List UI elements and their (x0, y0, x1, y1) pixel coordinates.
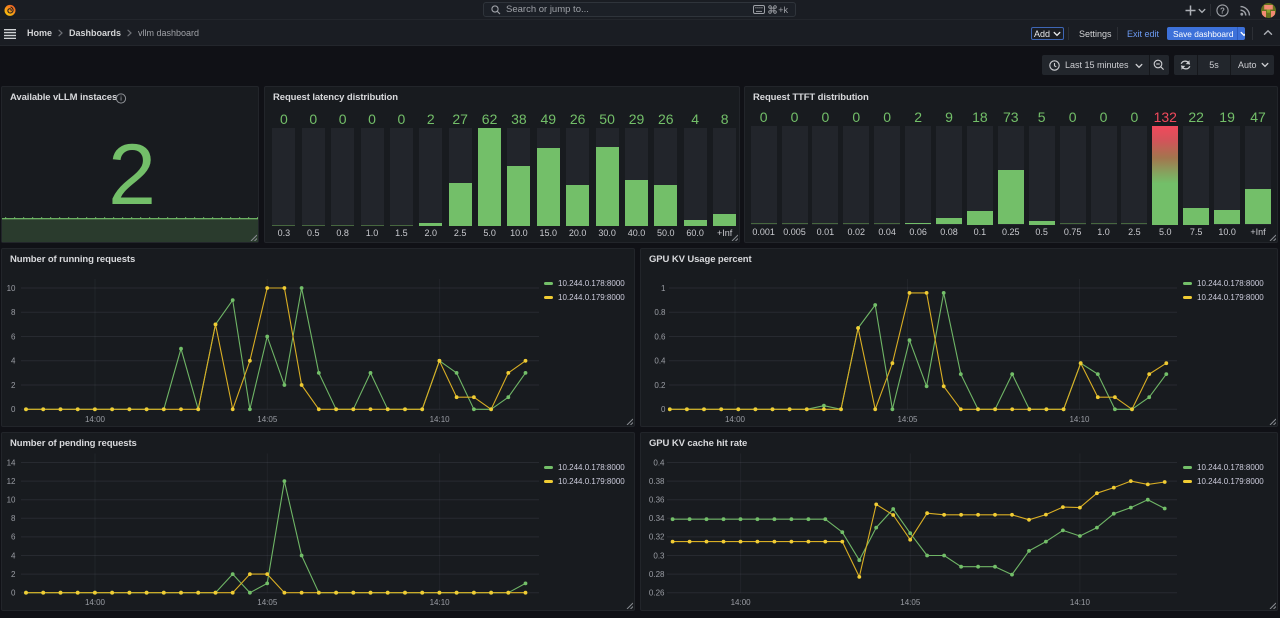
svg-text:14:05: 14:05 (900, 598, 921, 607)
svg-text:8: 8 (11, 308, 16, 317)
svg-text:14: 14 (7, 458, 16, 467)
svg-text:14:00: 14:00 (85, 415, 106, 424)
svg-text:14:10: 14:10 (430, 415, 451, 424)
svg-text:14:10: 14:10 (1069, 415, 1090, 424)
svg-text:14:00: 14:00 (725, 415, 746, 424)
svg-text:0.2: 0.2 (654, 381, 666, 390)
svg-text:0.26: 0.26 (649, 589, 665, 598)
svg-text:0.8: 0.8 (654, 308, 666, 317)
svg-text:0.6: 0.6 (654, 332, 666, 341)
svg-text:0.3: 0.3 (653, 551, 665, 560)
svg-text:0.34: 0.34 (649, 514, 665, 523)
svg-text:6: 6 (11, 332, 16, 341)
svg-text:0.38: 0.38 (649, 477, 665, 486)
svg-text:14:05: 14:05 (897, 415, 918, 424)
svg-text:0.4: 0.4 (653, 458, 665, 467)
svg-text:14:05: 14:05 (257, 415, 278, 424)
svg-text:4: 4 (11, 551, 16, 560)
svg-text:12: 12 (7, 477, 16, 486)
svg-text:14:10: 14:10 (430, 598, 451, 607)
svg-text:14:00: 14:00 (85, 598, 106, 607)
svg-text:2: 2 (11, 381, 16, 390)
svg-text:10: 10 (7, 496, 16, 505)
svg-text:4: 4 (11, 357, 16, 366)
svg-text:0: 0 (661, 405, 666, 414)
svg-text:10: 10 (7, 284, 16, 293)
svg-text:0: 0 (11, 589, 16, 598)
svg-text:6: 6 (11, 533, 16, 542)
svg-text:2: 2 (11, 570, 16, 579)
svg-text:0: 0 (11, 405, 16, 414)
svg-text:14:00: 14:00 (731, 598, 752, 607)
svg-text:8: 8 (11, 514, 16, 523)
svg-text:0.32: 0.32 (649, 533, 665, 542)
svg-text:0.36: 0.36 (649, 496, 665, 505)
svg-text:1: 1 (661, 284, 666, 293)
svg-text:14:05: 14:05 (257, 598, 278, 607)
svg-text:0.28: 0.28 (649, 570, 665, 579)
svg-text:?: ? (1220, 6, 1225, 15)
svg-text:0.4: 0.4 (654, 357, 666, 366)
svg-text:14:10: 14:10 (1070, 598, 1091, 607)
